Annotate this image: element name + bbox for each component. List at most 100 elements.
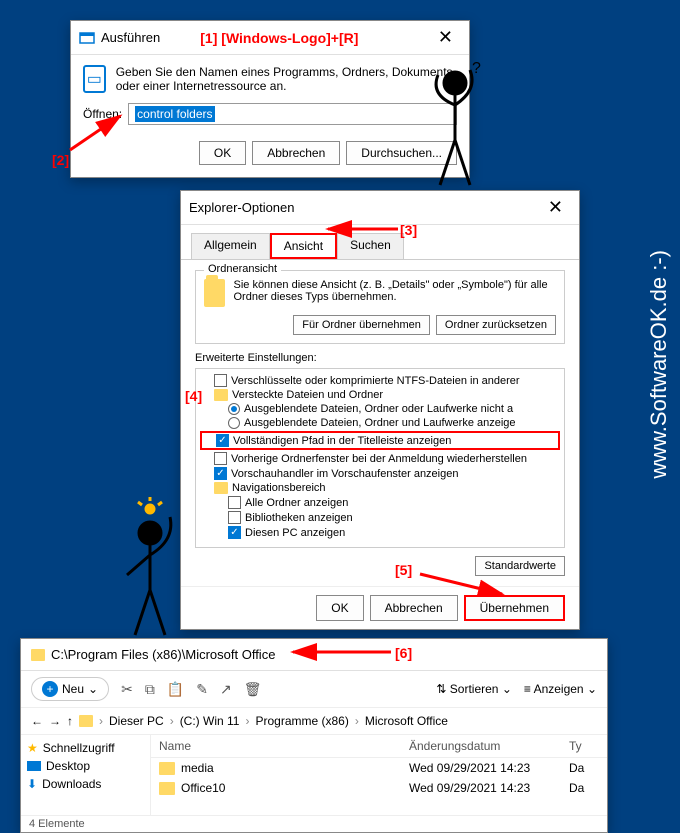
run-title: Ausführen	[101, 30, 160, 45]
paste-icon[interactable]: 📋	[167, 681, 184, 698]
folder-icon	[204, 279, 225, 307]
folder-icon	[159, 782, 175, 795]
opts-title: Explorer-Optionen	[189, 200, 295, 215]
opts-titlebar: Explorer-Optionen ✕	[181, 191, 579, 225]
star-icon: ★	[27, 741, 38, 755]
sidebar: ★Schnellzugriff Desktop ⬇Downloads	[21, 735, 151, 815]
sidebar-desktop[interactable]: Desktop	[27, 757, 144, 775]
tree-item[interactable]: ✓Vorschauhandler im Vorschaufenster anze…	[200, 466, 560, 481]
chevron-up-icon[interactable]: ↑	[67, 714, 73, 728]
radio-icon[interactable]	[228, 417, 240, 429]
rename-icon[interactable]: ✎	[196, 681, 208, 698]
run-big-icon: ▭	[83, 65, 106, 93]
copy-icon[interactable]: ⧉	[145, 681, 155, 698]
chevron-left-icon[interactable]: ←	[31, 714, 43, 728]
tree-item-fullpath[interactable]: ✓Vollständigen Pfad in der Titelleiste a…	[200, 431, 560, 450]
new-button[interactable]: +Neu ⌄	[31, 677, 109, 701]
crumb[interactable]: Microsoft Office	[365, 714, 448, 728]
ok-button[interactable]: OK	[316, 595, 363, 621]
cancel-button[interactable]: Abbrechen	[252, 141, 340, 165]
explorer-window: C:\Program Files (x86)\Microsoft Office …	[20, 638, 608, 833]
file-row[interactable]: mediaWed 09/29/2021 14:23Da	[151, 758, 607, 778]
annotation-2: [2]	[52, 152, 69, 168]
download-icon: ⬇	[27, 777, 37, 791]
advanced-tree[interactable]: Verschlüsselte oder komprimierte NTFS-Da…	[195, 368, 565, 548]
defaults-button[interactable]: Standardwerte	[475, 556, 565, 576]
explorer-toolbar: +Neu ⌄ ✂ ⧉ 📋 ✎ ↗ 🗑 ⇅ Sortieren ⌄ ≡ Anzei…	[21, 671, 607, 708]
share-icon[interactable]: ↗	[220, 681, 232, 698]
run-titlebar: Ausführen [1] [Windows-Logo]+[R] ✕	[71, 21, 469, 55]
col-date[interactable]: Änderungsdatum	[409, 739, 569, 753]
breadcrumb[interactable]: ← → ↑ › Dieser PC› (C:) Win 11› Programm…	[21, 708, 607, 735]
tab-search[interactable]: Suchen	[337, 233, 404, 259]
tree-item[interactable]: Bibliotheken anzeigen	[200, 510, 560, 525]
checkbox-icon[interactable]	[214, 452, 227, 465]
tree-item[interactable]: ✓Diesen PC anzeigen	[200, 525, 560, 540]
close-icon[interactable]: ✕	[430, 27, 461, 48]
apply-button[interactable]: Übernehmen	[464, 595, 565, 621]
checkbox-icon[interactable]	[228, 496, 241, 509]
tab-view[interactable]: Ansicht	[270, 233, 337, 259]
checkbox-icon[interactable]: ✓	[214, 467, 227, 480]
sidebar-downloads[interactable]: ⬇Downloads	[27, 775, 144, 793]
cut-icon[interactable]: ✂	[121, 681, 133, 698]
open-label: Öffnen:	[83, 107, 122, 121]
folder-icon	[31, 649, 45, 661]
tree-item[interactable]: Navigationsbereich	[200, 481, 560, 495]
opts-tabs: Allgemein Ansicht Suchen	[181, 225, 579, 259]
explorer-options-dialog: Explorer-Optionen ✕ Allgemein Ansicht Su…	[180, 190, 580, 630]
tree-item[interactable]: Versteckte Dateien und Ordner	[200, 388, 560, 402]
annotation-1: [1] [Windows-Logo]+[R]	[200, 30, 358, 46]
chevron-right-icon[interactable]: →	[49, 714, 61, 728]
folderview-label: Ordneransicht	[204, 263, 281, 275]
statusbar: 4 Elemente	[21, 815, 607, 832]
file-header[interactable]: Name Änderungsdatum Ty	[151, 735, 607, 758]
folder-icon	[214, 482, 228, 494]
figure-idea	[115, 505, 185, 650]
delete-icon[interactable]: 🗑	[244, 681, 262, 698]
figure-thinking: ?	[420, 65, 490, 200]
crumb[interactable]: Dieser PC	[109, 714, 164, 728]
view-button[interactable]: ≡ Anzeigen ⌄	[524, 682, 597, 696]
file-row[interactable]: Office10Wed 09/29/2021 14:23Da	[151, 778, 607, 798]
advanced-label: Erweiterte Einstellungen:	[195, 352, 565, 364]
explorer-titlebar: C:\Program Files (x86)\Microsoft Office	[21, 639, 607, 671]
svg-text:?: ?	[472, 60, 481, 77]
reset-folders-button[interactable]: Ordner zurücksetzen	[436, 315, 556, 335]
plus-icon: +	[42, 681, 58, 697]
tree-item[interactable]: Ausgeblendete Dateien, Ordner und Laufwe…	[200, 416, 560, 430]
radio-icon[interactable]	[228, 403, 240, 415]
tree-item[interactable]: Alle Ordner anzeigen	[200, 495, 560, 510]
watermark-vertical: www.SoftwareOK.de :-)	[646, 250, 672, 479]
run-dialog: Ausführen [1] [Windows-Logo]+[R] ✕ ▭ Geb…	[70, 20, 470, 178]
apply-folders-button[interactable]: Für Ordner übernehmen	[293, 315, 430, 335]
sidebar-quickaccess[interactable]: ★Schnellzugriff	[27, 739, 144, 757]
crumb[interactable]: Programme (x86)	[255, 714, 348, 728]
close-icon[interactable]: ✕	[540, 197, 571, 218]
folder-icon	[159, 762, 175, 775]
ok-button[interactable]: OK	[199, 141, 246, 165]
run-icon	[79, 30, 95, 46]
folderview-group: Ordneransicht Sie können diese Ansicht (…	[195, 270, 565, 344]
crumb[interactable]: (C:) Win 11	[180, 714, 240, 728]
checkbox-icon[interactable]: ✓	[228, 526, 241, 539]
checkbox-icon[interactable]: ✓	[216, 434, 229, 447]
file-list: Name Änderungsdatum Ty mediaWed 09/29/20…	[151, 735, 607, 815]
folderview-desc: Sie können diese Ansicht (z. B. „Details…	[233, 279, 556, 303]
cancel-button[interactable]: Abbrechen	[370, 595, 458, 621]
open-input[interactable]: control folders	[128, 103, 457, 125]
desktop-icon	[27, 761, 41, 771]
tree-item[interactable]: Verschlüsselte oder komprimierte NTFS-Da…	[200, 373, 560, 388]
folder-icon	[214, 389, 228, 401]
sort-button[interactable]: ⇅ Sortieren ⌄	[436, 682, 511, 696]
folder-icon	[79, 715, 93, 727]
tree-item[interactable]: Ausgeblendete Dateien, Ordner oder Laufw…	[200, 402, 560, 416]
col-type[interactable]: Ty	[569, 739, 599, 753]
tab-general[interactable]: Allgemein	[191, 233, 270, 259]
run-description: Geben Sie den Namen eines Programms, Ord…	[116, 65, 457, 93]
checkbox-icon[interactable]	[228, 511, 241, 524]
checkbox-icon[interactable]	[214, 374, 227, 387]
chevron-down-icon: ⌄	[88, 682, 98, 696]
tree-item[interactable]: Vorherige Ordnerfenster bei der Anmeldun…	[200, 451, 560, 466]
col-name[interactable]: Name	[159, 739, 409, 753]
